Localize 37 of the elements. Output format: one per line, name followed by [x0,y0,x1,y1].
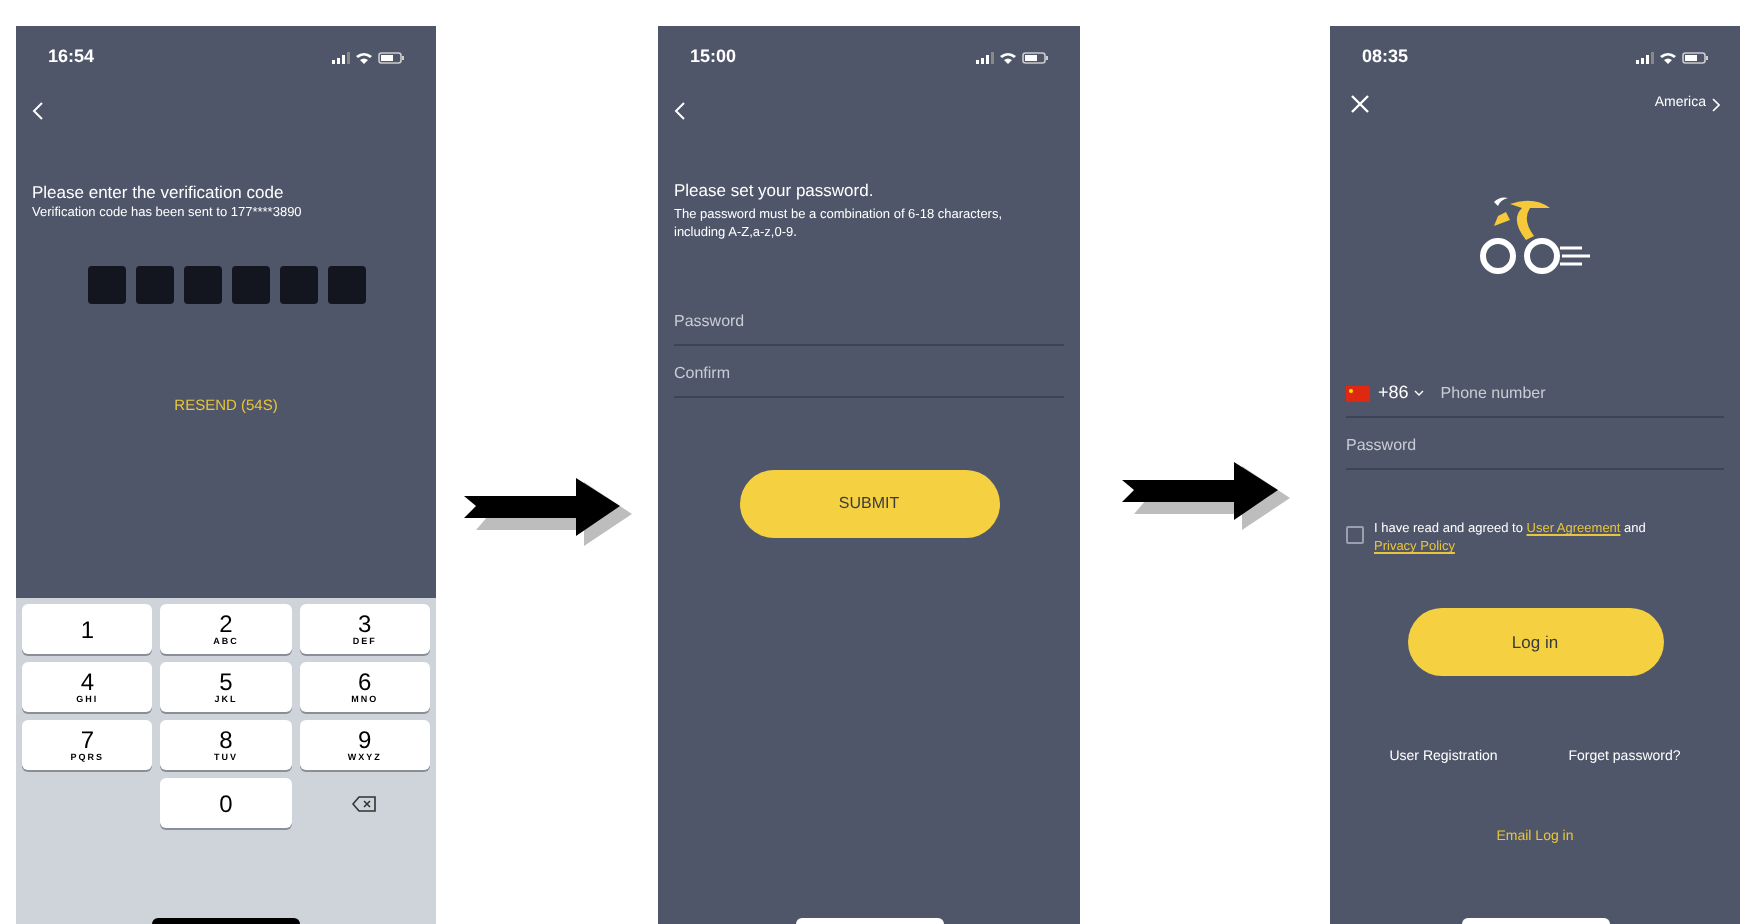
wifi-icon [1000,51,1016,63]
code-digit-box[interactable] [183,266,221,304]
signal-icon [332,51,350,63]
screen-title: Please enter the verification code [32,180,286,204]
keypad-key[interactable]: 1 [22,604,153,655]
battery-icon [1682,51,1708,63]
battery-icon [1022,51,1048,63]
login-button[interactable]: Log in [1407,608,1663,676]
status-time: 16:54 [48,43,95,70]
battery-icon [378,51,404,63]
signal-icon [976,51,994,63]
status-time: 08:35 [1362,43,1409,70]
agreement-checkbox[interactable] [1346,526,1364,544]
country-code-selector[interactable]: +86 [1378,379,1425,407]
wifi-icon [1660,51,1676,63]
wifi-icon [356,51,372,63]
password-field[interactable]: Password [674,298,1064,346]
status-time: 15:00 [690,43,737,70]
code-digit-box[interactable] [231,266,269,304]
screen-title: Please set your password. [674,178,876,202]
back-chevron-icon[interactable] [674,101,686,119]
submit-button[interactable]: SUBMIT [739,470,999,538]
keypad-key[interactable]: 0 [160,778,292,829]
backspace-icon[interactable] [352,795,377,812]
phone-number-field[interactable]: Phone number [1440,381,1724,405]
password-field[interactable]: Password [1346,422,1724,470]
code-digit-box[interactable] [279,266,317,304]
code-digit-box[interactable] [135,266,173,304]
caret-icon [1414,390,1425,396]
code-digit-box[interactable] [327,266,365,304]
signal-icon [1636,51,1654,63]
china-flag-icon [1346,385,1370,401]
chevron-right-icon [1712,97,1720,111]
back-chevron-icon[interactable] [32,101,44,119]
close-icon[interactable] [1350,94,1370,114]
code-digit-box[interactable] [87,266,125,304]
password-field[interactable]: Confirm [674,350,1064,398]
